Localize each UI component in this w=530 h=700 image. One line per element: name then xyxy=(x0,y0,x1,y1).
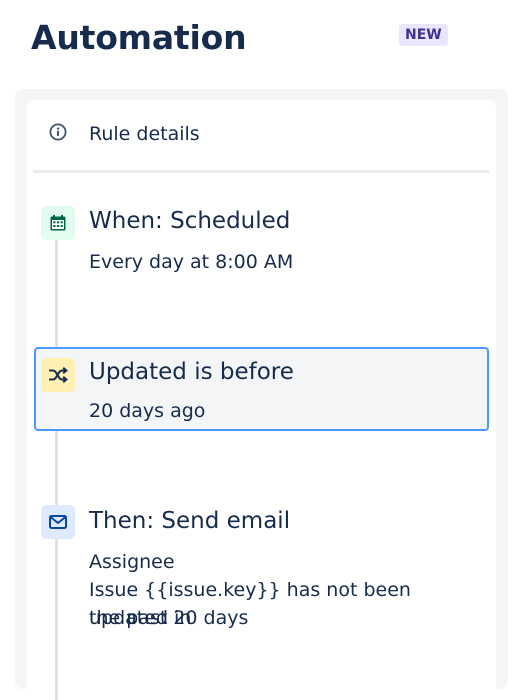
page-title: Automation xyxy=(31,18,247,57)
trigger-step[interactable]: When: Scheduled Every day at 8:00 AM xyxy=(34,200,489,290)
action-step[interactable]: Then: Send email Assignee Issue {{issue.… xyxy=(34,502,489,642)
action-title: Then: Send email xyxy=(89,508,291,534)
mail-icon xyxy=(41,505,75,539)
action-recipient: Assignee xyxy=(89,551,175,573)
trigger-title: When: Scheduled xyxy=(89,208,291,234)
shuffle-icon xyxy=(41,358,75,392)
info-icon xyxy=(49,123,67,141)
divider xyxy=(33,170,489,173)
new-badge: NEW xyxy=(399,24,448,46)
rule-panel: Rule details When: Scheduled Every day a… xyxy=(27,100,496,700)
action-message-line2: the past 20 days xyxy=(89,607,249,629)
trigger-schedule: Every day at 8:00 AM xyxy=(89,251,294,273)
rule-details-label: Rule details xyxy=(89,123,200,145)
condition-title: Updated is before xyxy=(89,359,294,385)
rule-details-row[interactable]: Rule details xyxy=(27,100,496,168)
calendar-icon xyxy=(41,206,75,240)
condition-step[interactable]: Updated is before 20 days ago xyxy=(34,347,489,431)
condition-value: 20 days ago xyxy=(89,400,206,422)
